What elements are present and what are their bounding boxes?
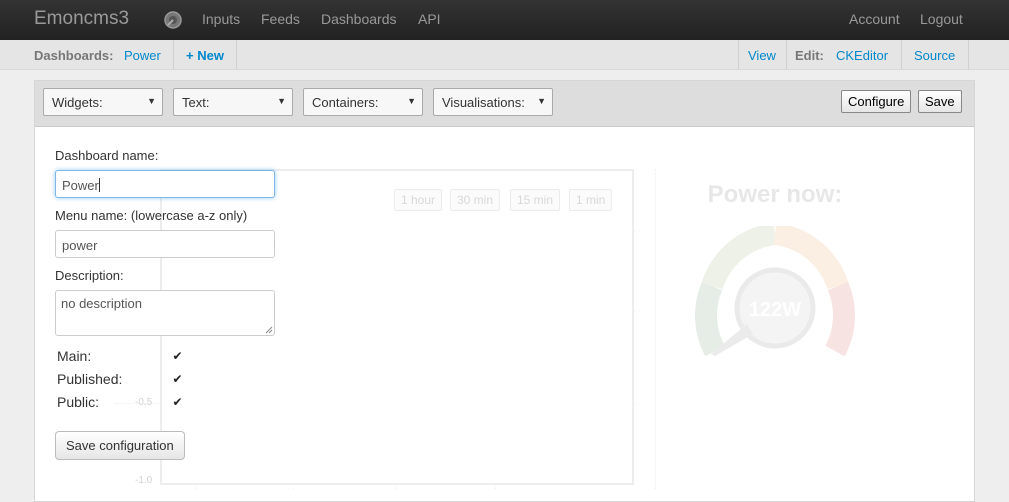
main-label: Main:: [57, 348, 92, 364]
published-checkbox[interactable]: ✔: [171, 373, 184, 386]
public-label: Public:: [57, 394, 100, 410]
nav-inputs[interactable]: Inputs: [202, 11, 240, 27]
y-tick-label: -1.0: [135, 475, 153, 486]
dropdown-arrow-icon: ▼: [537, 96, 546, 106]
gauge-logo-icon: [163, 10, 183, 30]
divider: [236, 40, 237, 69]
divider: [968, 40, 969, 69]
range-1-min-button: 1 min: [569, 189, 613, 211]
nav-dashboards[interactable]: Dashboards: [321, 11, 397, 27]
divider: [786, 40, 787, 69]
public-checkbox[interactable]: ✔: [171, 396, 184, 409]
new-dashboard-link[interactable]: + New: [186, 48, 224, 63]
text-select-label: Text:: [182, 95, 210, 110]
dashboards-label: Dashboards:: [34, 48, 114, 63]
containers-select-label: Containers:: [312, 95, 379, 110]
text-cursor: [98, 178, 100, 192]
top-navbar: Emoncms3 Inputs Feeds Dashboards API Acc…: [0, 0, 1009, 40]
visualisations-select[interactable]: Visualisations: ▼: [433, 88, 553, 116]
range-30-min-button: 30 min: [450, 189, 501, 211]
range-1-hour-button: 1 hour: [394, 189, 443, 211]
widgets-select[interactable]: Widgets: ▼: [43, 88, 163, 116]
nav-api[interactable]: API: [418, 11, 441, 27]
power-gauge: 122W: [695, 223, 855, 369]
dashboard-subnav: Dashboards: Power + New View Edit: CKEdi…: [0, 40, 1009, 70]
range-15-min-button: 15 min: [510, 189, 561, 211]
dashboard-editor-panel: Widgets: ▼ Text: ▼ Containers: ▼ Visuali…: [34, 80, 975, 502]
view-link[interactable]: View: [748, 48, 776, 63]
nav-feeds[interactable]: Feeds: [261, 11, 300, 27]
dashboard-name-label: Dashboard name:: [55, 148, 159, 163]
main-checkbox[interactable]: ✔: [171, 350, 184, 363]
description-value: no description: [61, 296, 142, 311]
dropdown-arrow-icon: ▼: [407, 96, 416, 106]
power-now-title: Power now:: [707, 181, 843, 208]
source-link[interactable]: Source: [914, 48, 955, 63]
divider: [738, 40, 739, 69]
divider: [901, 40, 902, 69]
editor-toolbar: Widgets: ▼ Text: ▼ Containers: ▼ Visuali…: [35, 81, 974, 127]
save-configuration-button[interactable]: Save configuration: [55, 431, 185, 460]
nav-account[interactable]: Account: [849, 11, 900, 27]
menu-name-input[interactable]: power: [55, 230, 275, 258]
resize-grip-icon[interactable]: [265, 326, 273, 334]
dashboard-name-value: Power: [62, 178, 99, 193]
text-select[interactable]: Text: ▼: [173, 88, 293, 116]
published-label: Published:: [57, 371, 123, 387]
widgets-select-label: Widgets:: [52, 95, 103, 110]
brand-logo[interactable]: Emoncms3: [34, 8, 129, 30]
save-button[interactable]: Save: [918, 90, 962, 113]
visualisations-select-label: Visualisations:: [442, 95, 525, 110]
gauge-value: 122W: [749, 299, 801, 321]
ckeditor-link[interactable]: CKEditor: [836, 48, 888, 63]
dropdown-arrow-icon: ▼: [147, 96, 156, 106]
edit-label: Edit:: [795, 48, 824, 63]
description-textarea[interactable]: no description: [55, 290, 275, 336]
divider: [173, 40, 174, 69]
y-tick-label: -0.5: [135, 397, 153, 408]
menu-name-value: power: [62, 238, 98, 253]
configure-button[interactable]: Configure: [841, 90, 912, 113]
nav-logout[interactable]: Logout: [920, 11, 963, 27]
grid-line: [655, 169, 656, 489]
dashboard-power-link[interactable]: Power: [124, 48, 161, 63]
dropdown-arrow-icon: ▼: [277, 96, 286, 106]
dashboard-name-input[interactable]: Power: [55, 170, 275, 198]
menu-name-label: Menu name: (lowercase a-z only): [55, 208, 248, 223]
containers-select[interactable]: Containers: ▼: [303, 88, 423, 116]
description-label: Description:: [55, 268, 124, 283]
